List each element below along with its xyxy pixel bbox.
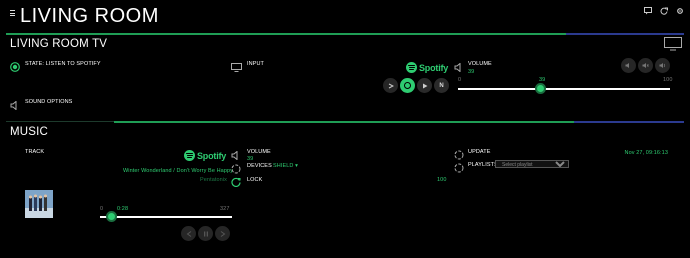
panel-accent-bar-blue	[566, 33, 684, 35]
play-pause-button[interactable]	[198, 226, 213, 241]
spotify-icon	[406, 62, 417, 73]
music-panel: MUSIC	[6, 121, 684, 251]
play-icon	[422, 83, 427, 88]
volume-down-button[interactable]	[621, 58, 636, 73]
progress-end: 327	[220, 206, 230, 212]
next-icon	[220, 230, 225, 237]
input-icon	[231, 59, 242, 77]
music-volume-value: 39	[247, 156, 254, 162]
mute-icon	[642, 63, 649, 68]
menu-icon[interactable]	[10, 10, 15, 16]
tv-volume-value: 39	[468, 69, 475, 75]
sound-options-label[interactable]: SOUND OPTIONS	[25, 99, 72, 105]
input-play-button[interactable]	[417, 78, 432, 93]
arrow-icon	[388, 83, 394, 88]
album-art	[25, 190, 53, 218]
volume-down-icon	[625, 63, 629, 68]
devices-label: DEVICES	[247, 163, 272, 169]
tv-volume-max: 100	[663, 77, 673, 83]
panel-accent-bar	[6, 33, 566, 35]
spotify-icon	[404, 82, 411, 89]
input-arrow-button[interactable]	[383, 78, 398, 93]
input-spotify-button[interactable]	[400, 78, 415, 93]
progress-slider-track[interactable]	[100, 216, 232, 218]
volume-icon	[454, 59, 464, 77]
panel-accent-bar	[114, 121, 574, 123]
input-label: INPUT	[247, 61, 264, 67]
next-button[interactable]	[215, 226, 230, 241]
settings-icon[interactable]	[676, 7, 684, 15]
devices-dropdown[interactable]: SHIELD ▾	[273, 163, 298, 169]
refresh-icon[interactable]	[660, 7, 668, 15]
previous-icon	[186, 230, 191, 237]
chat-icon[interactable]	[644, 7, 652, 15]
spotify-wordmark: Spotify	[197, 150, 227, 161]
music-panel-title: MUSIC	[10, 126, 49, 138]
tv-volume-min: 0	[458, 77, 462, 83]
lock-icon	[231, 174, 241, 192]
panel-accent-bar-blue	[574, 121, 684, 123]
music-volume-label: VOLUME	[247, 149, 271, 155]
spotify-wordmark: Spotify	[419, 62, 449, 73]
lock-value: 100	[437, 177, 447, 183]
progress-slider-knob[interactable]	[105, 211, 117, 222]
spotify-icon	[184, 150, 195, 161]
track-label: TRACK	[25, 149, 45, 155]
tv-volume-slider-track[interactable]	[458, 88, 670, 90]
volume-up-button[interactable]	[655, 58, 670, 73]
update-timestamp: Nov 27, 09:16:13	[624, 150, 668, 156]
playlists-label: PLAYLISTS	[468, 162, 498, 168]
volume-up-icon	[659, 63, 666, 68]
track-artist: Pentatonix	[200, 177, 227, 183]
state-icon	[10, 59, 20, 77]
track-title: Winter Wonderland / Don't Worry Be Happy	[123, 168, 234, 174]
music-spotify-logo: Spotify	[184, 150, 226, 161]
update-label[interactable]: UPDATE	[468, 149, 491, 155]
tv-icon	[664, 37, 682, 56]
lock-label[interactable]: LOCK	[247, 177, 262, 183]
previous-button[interactable]	[181, 226, 196, 241]
page-title: LIVING ROOM	[20, 5, 159, 27]
state-label: STATE: LISTEN TO SPOTIFY	[25, 61, 101, 67]
playlists-select[interactable]: Select playlist	[495, 160, 569, 168]
tv-panel: LIVING ROOM TV	[6, 33, 684, 115]
tv-spotify-logo: Spotify	[406, 62, 448, 73]
progress-current: 0:28	[117, 206, 129, 212]
playlists-icon	[454, 160, 464, 178]
sound-options-icon	[10, 97, 20, 115]
mute-button[interactable]	[638, 58, 653, 73]
tv-volume-label: VOLUME	[468, 61, 492, 67]
progress-start: 0	[100, 206, 104, 212]
netflix-icon: N	[439, 82, 444, 89]
input-netflix-button[interactable]: N	[434, 78, 449, 93]
tv-panel-title: LIVING ROOM TV	[10, 38, 108, 50]
pause-icon	[203, 231, 208, 236]
